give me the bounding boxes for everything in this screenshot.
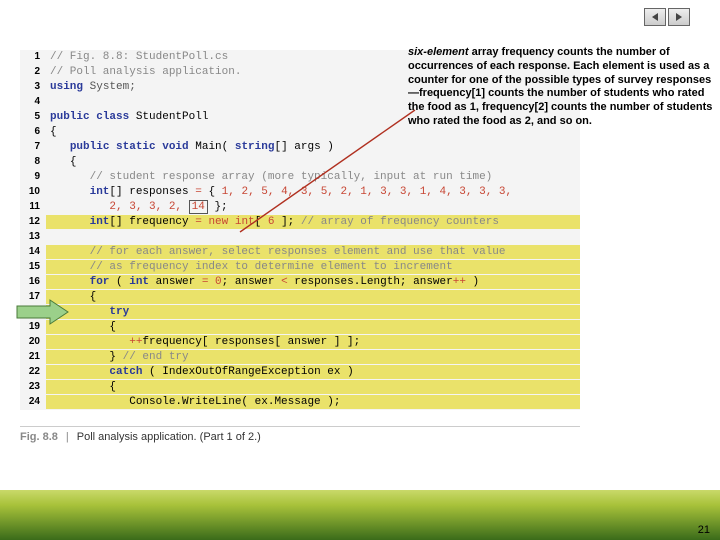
code-line-19: { (46, 320, 580, 334)
caption-separator: | (66, 431, 69, 443)
slide-content: six-element array frequency counts the n… (20, 40, 700, 470)
code-line-14: // for each answer, select responses ele… (46, 245, 580, 259)
footer-bar (0, 490, 720, 540)
annotation-text: six-element array frequency counts the n… (408, 46, 714, 129)
annotation-italic: six-element (408, 46, 469, 58)
caption-text: Poll analysis application. (Part 1 of 2.… (77, 431, 261, 443)
code-line-10: int[] responses = { 1, 2, 5, 4, 3, 5, 2,… (46, 185, 580, 199)
code-line-8: { (46, 155, 580, 169)
next-button[interactable] (668, 8, 690, 26)
code-line-11: 2, 3, 3, 2, 14 }; (46, 200, 580, 214)
code-line-22: catch ( IndexOutOfRangeException ex ) (46, 365, 580, 379)
code-line-7: public static void Main( string[] args ) (46, 140, 580, 154)
block-arrow-icon (14, 298, 70, 326)
code-line-23: { (46, 380, 580, 394)
prev-button[interactable] (644, 8, 666, 26)
code-line-18: try (46, 305, 580, 319)
code-line-24: Console.WriteLine( ex.Message ); (46, 395, 580, 409)
code-line-17: { (46, 290, 580, 304)
code-line-2: // Poll analysis application. (50, 66, 241, 78)
code-line-9: // student response array (more typicall… (46, 170, 580, 184)
code-line-15: // as frequency index to determine eleme… (46, 260, 580, 274)
code-line-12: int[] frequency = new int[ 6 ]; // array… (46, 215, 580, 229)
triangle-right-icon (674, 12, 684, 22)
code-line-20: ++frequency[ responses[ answer ] ]; (46, 335, 580, 349)
triangle-left-icon (650, 12, 660, 22)
code-line-16: for ( int answer = 0; answer < responses… (46, 275, 580, 289)
nav-buttons (644, 8, 690, 26)
figure-number: Fig. 8.8 (20, 431, 58, 443)
code-line-1: // Fig. 8.8: StudentPoll.cs (50, 51, 228, 63)
page-number: 21 (698, 524, 710, 536)
code-line-21: } // end try (46, 350, 580, 364)
figure-caption: Fig. 8.8 | Poll analysis application. (P… (20, 426, 580, 443)
